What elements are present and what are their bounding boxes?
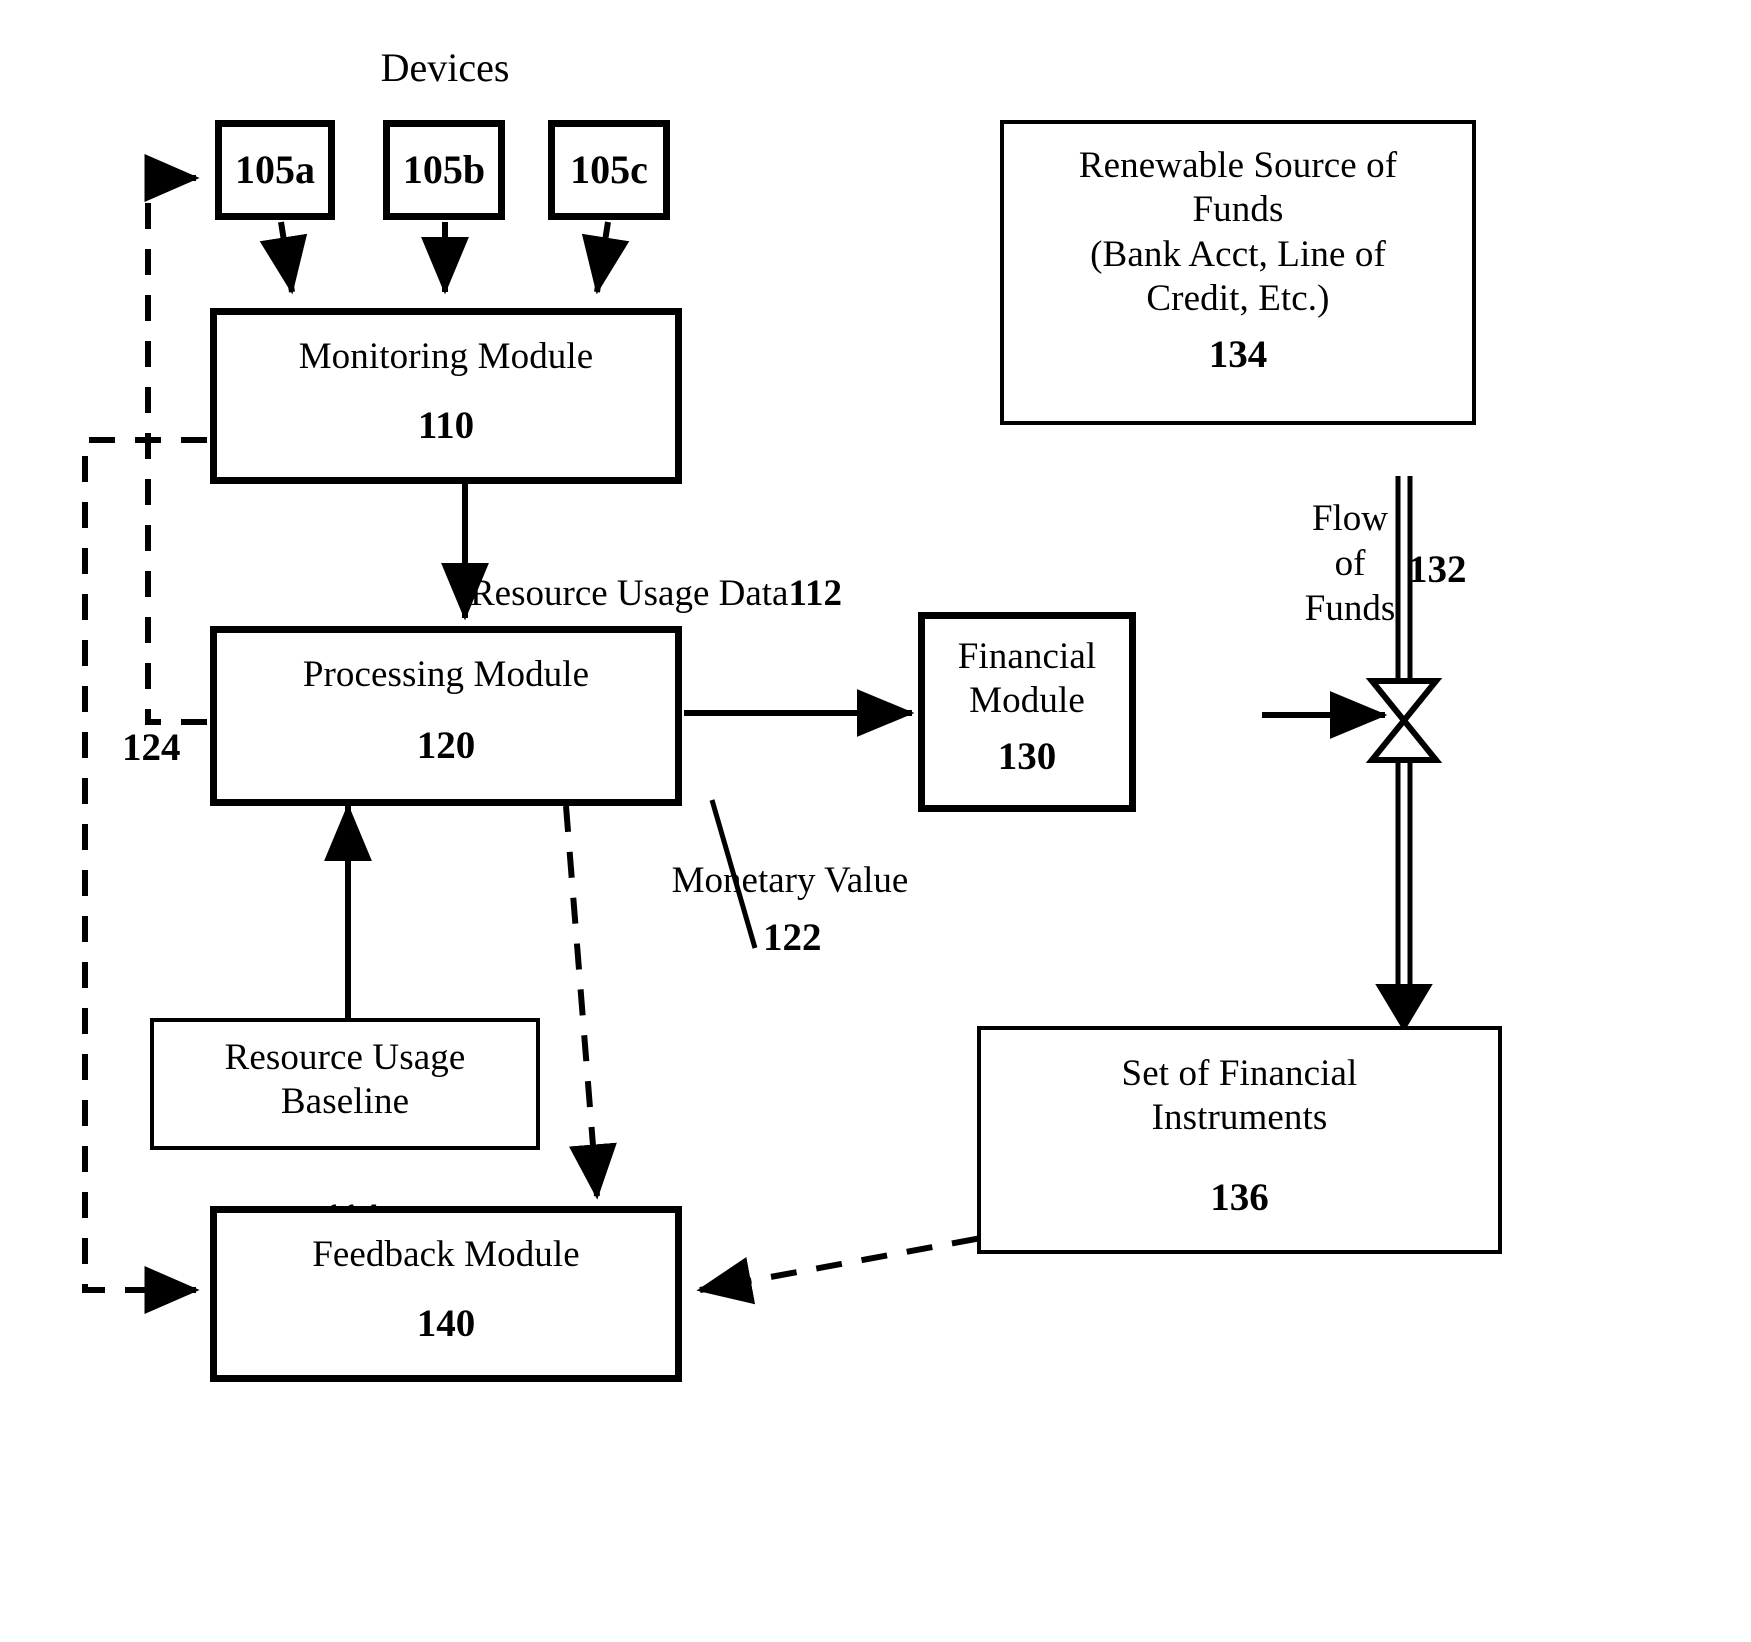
resource-usage-baseline-box[interactable]: Resource Usage Baseline	[150, 1018, 540, 1150]
monetary-value-number: 122	[763, 916, 822, 959]
financial-module-number: 130	[997, 734, 1057, 778]
flow-of-funds-label: Flow of Funds	[1304, 498, 1396, 630]
set-of-financial-instruments-title: Set of Financial Instruments	[1121, 1053, 1358, 1139]
connector-layer	[82, 154, 1443, 1314]
device-box-105c[interactable]: 105c	[548, 120, 670, 220]
device-box-105b[interactable]: 105b	[383, 120, 505, 220]
connector-processing-to-feedback	[563, 805, 617, 1200]
feedback-module-number: 140	[416, 1302, 476, 1346]
feedback-path-number-124: 124	[122, 726, 181, 769]
renewable-source-title: Renewable Source of Funds (Bank Acct, Li…	[1078, 145, 1398, 320]
monetary-value-label: Monetary Value	[671, 860, 909, 901]
processing-module-box[interactable]: Processing Module 120	[210, 626, 682, 806]
flow-of-funds-number: 132	[1408, 548, 1467, 591]
processing-module-title: Processing Module	[302, 654, 590, 695]
connector-105a-to-monitoring	[259, 221, 308, 295]
renewable-source-box[interactable]: Renewable Source of Funds (Bank Acct, Li…	[1000, 120, 1476, 425]
monitoring-module-number: 110	[417, 404, 475, 448]
set-of-financial-instruments-number: 136	[1210, 1175, 1269, 1219]
connector-105c-to-monitoring	[581, 221, 630, 295]
device-label-105b: 105b	[402, 147, 486, 192]
financial-module-box[interactable]: Financial Module 130	[918, 612, 1136, 812]
device-label-105c: 105c	[570, 147, 648, 192]
processing-module-number: 120	[416, 724, 476, 768]
resource-usage-baseline-title: Resource Usage Baseline	[224, 1037, 466, 1123]
feedback-module-box[interactable]: Feedback Module 140	[210, 1206, 682, 1382]
pipe-arrowhead-to-instruments	[1375, 984, 1433, 1032]
financial-module-title: Financial Module	[957, 636, 1097, 722]
resource-usage-data-number: 112	[788, 573, 842, 615]
feedback-module-title: Feedback Module	[312, 1234, 580, 1275]
connector-processing-to-device-105a	[144, 154, 207, 725]
set-of-financial-instruments-box[interactable]: Set of Financial Instruments 136	[977, 1026, 1502, 1254]
resource-usage-data-label: Resource Usage Data112	[470, 526, 950, 616]
valve-symbol	[1365, 678, 1443, 763]
resource-usage-data-text: Resource Usage Data	[470, 573, 789, 615]
patent-figure-canvas: Devices 105a 105b 105c Monitoring Module…	[0, 0, 1751, 1642]
device-label-105a: 105a	[235, 147, 315, 192]
monitoring-module-title: Monitoring Module	[298, 336, 594, 377]
connector-monitoring-to-feedback	[82, 437, 207, 1314]
devices-heading: Devices	[380, 45, 510, 90]
device-box-105a[interactable]: 105a	[215, 120, 335, 220]
renewable-source-number: 134	[1208, 332, 1268, 376]
monitoring-module-box[interactable]: Monitoring Module 110	[210, 308, 682, 484]
